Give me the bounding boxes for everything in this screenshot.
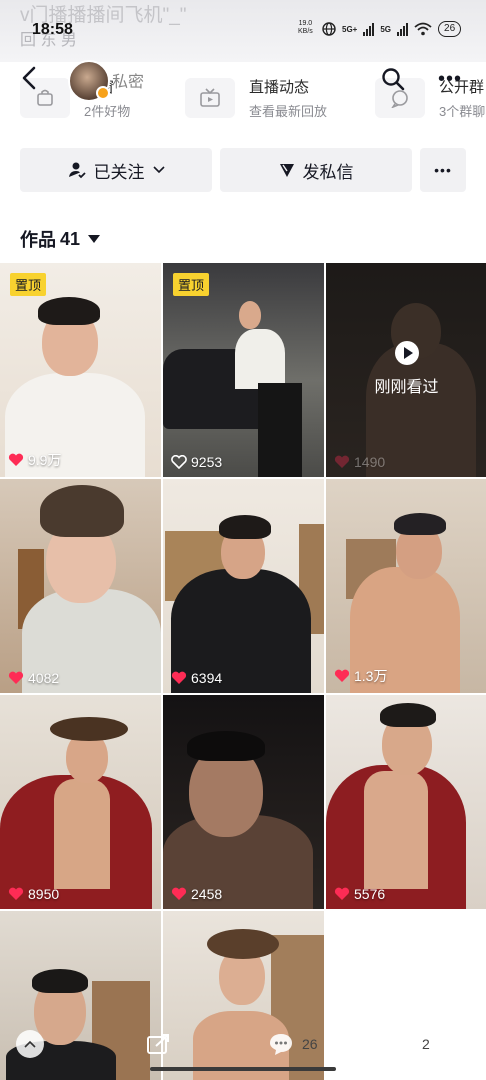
like-count-value: 9253 <box>191 454 223 470</box>
recently-viewed-overlay: 刚刚看过 <box>326 341 486 397</box>
video-thumbnail[interactable]: 2458 <box>163 695 324 909</box>
like-button[interactable]: 2 <box>388 1032 430 1056</box>
followed-button[interactable]: 已关注 <box>20 148 212 192</box>
search-icon[interactable] <box>380 66 406 92</box>
more-options-icon[interactable]: ••• <box>438 69 462 89</box>
like-count: 5576 <box>334 886 385 902</box>
signal-bars-icon-2 <box>397 22 409 36</box>
works-tab[interactable]: 作品 41 <box>20 226 101 252</box>
send-message-label: 发私信 <box>302 162 354 182</box>
signal-label-2: 5G <box>380 24 392 34</box>
like-count-value: 1.3万 <box>354 668 388 684</box>
thumbs-up-count: 2 <box>422 1036 430 1052</box>
user-check-icon <box>68 162 86 179</box>
pinned-badge: 置顶 <box>173 273 210 296</box>
video-thumbnail[interactable]: 置顶 9.9万 <box>0 263 161 477</box>
thumbnail-figure-hair <box>219 515 271 539</box>
video-thumbnail[interactable]: 1.3万 <box>326 479 486 693</box>
network-speed-unit: KB/s <box>298 28 313 35</box>
home-indicator <box>150 1067 336 1071</box>
clock: 18:58 <box>32 21 73 38</box>
like-count: 4082 <box>8 670 59 686</box>
recently-viewed-label: 刚刚看过 <box>374 379 439 396</box>
heart-icon <box>171 671 187 684</box>
share-icon <box>147 1034 169 1054</box>
heart-icon <box>8 887 24 900</box>
thumbnail-figure-hair <box>187 731 265 761</box>
like-count-value: 2458 <box>191 886 223 902</box>
thumbnail-figure <box>235 329 285 389</box>
thumbnail-figure <box>54 779 110 889</box>
video-thumbnail[interactable]: 4082 <box>0 479 161 693</box>
wifi-icon <box>414 22 432 36</box>
globe-icon <box>322 22 336 36</box>
thumbnail-figure-hair <box>32 969 88 993</box>
thumbnail-figure-hair <box>38 297 100 325</box>
heart-icon <box>334 669 350 682</box>
profile-actions: 已关注 发私信 ••• <box>20 148 466 192</box>
video-thumbnail[interactable]: 8950 <box>0 695 161 909</box>
video-thumbnail[interactable]: 刚刚看过 1490 <box>326 263 486 477</box>
share-button[interactable] <box>146 1032 172 1056</box>
thumbs-up-icon <box>390 1034 412 1054</box>
comment-icon <box>270 1034 292 1055</box>
thumbnail-figure-hair <box>380 703 436 727</box>
followed-label: 已关注 <box>93 162 145 182</box>
back-arrow-icon[interactable] <box>16 64 44 92</box>
like-count: 8950 <box>8 886 59 902</box>
like-count: 1.3万 <box>334 666 387 686</box>
heart-icon <box>334 455 350 468</box>
thumbnail-figure-cap <box>394 513 446 535</box>
status-bar: v门播播播间飞机"_" 回 东 男 18:58 19.0 KB/s 5G+ 5G… <box>0 0 486 62</box>
like-count: 1490 <box>334 454 385 470</box>
thumbnail-figure-hat <box>207 929 279 959</box>
send-icon <box>279 164 294 177</box>
chevron-up-icon <box>16 1030 44 1058</box>
bottom-overlay-bar: 26 2 <box>0 1024 486 1080</box>
like-count-value: 5576 <box>354 886 386 902</box>
like-count-value: 1490 <box>354 454 386 470</box>
battery-icon: 26 <box>438 21 462 37</box>
heart-icon <box>171 887 187 900</box>
heart-icon <box>8 453 24 466</box>
collapse-button[interactable] <box>16 1030 44 1058</box>
thumbnail-figure-hat <box>50 717 128 741</box>
like-count: 9.9万 <box>8 450 61 470</box>
heart-icon <box>8 671 24 684</box>
comment-count: 26 <box>302 1036 318 1052</box>
signal-bars-icon <box>363 22 375 36</box>
like-count: 6394 <box>171 670 222 686</box>
thumbnail-figure-head <box>239 301 261 329</box>
play-icon <box>394 341 419 365</box>
network-speed-value: 19.0 <box>298 20 313 27</box>
pinned-badge: 置顶 <box>10 273 47 296</box>
nickname: 私密 <box>112 74 145 91</box>
chevron-down-icon <box>152 166 165 174</box>
profile-header-bar: 私密 ••• <box>0 58 486 124</box>
video-thumbnail[interactable]: 置顶 9253 <box>163 263 324 477</box>
network-speed: 19.0 KB/s <box>298 20 313 36</box>
works-tab-label: 作品 <box>20 230 56 250</box>
like-count-value: 4082 <box>28 670 60 686</box>
comment-button[interactable]: 26 <box>268 1032 318 1056</box>
status-icons: 5G+ 5G 26 <box>322 21 462 37</box>
like-count-value: 6394 <box>191 670 223 686</box>
caret-down-icon <box>88 235 101 243</box>
thumbnail-figure-legs <box>258 383 302 477</box>
send-message-button[interactable]: 发私信 <box>220 148 412 192</box>
works-count: 41 <box>60 228 81 249</box>
video-thumbnail[interactable]: 5576 <box>326 695 486 909</box>
thumbnail-figure <box>364 771 428 889</box>
signal-label-1: 5G+ <box>342 24 358 34</box>
thumbnail-figure-hair <box>40 485 124 537</box>
like-count: 9253 <box>171 454 222 470</box>
like-count-value: 8950 <box>28 886 60 902</box>
heart-outline-icon <box>171 455 187 469</box>
heart-icon <box>334 887 350 900</box>
verified-badge-icon <box>96 86 110 100</box>
more-actions-button[interactable]: ••• <box>420 148 466 192</box>
like-count: 2458 <box>171 886 222 902</box>
like-count-value: 9.9万 <box>28 452 62 468</box>
video-thumbnail[interactable]: 6394 <box>163 479 324 693</box>
